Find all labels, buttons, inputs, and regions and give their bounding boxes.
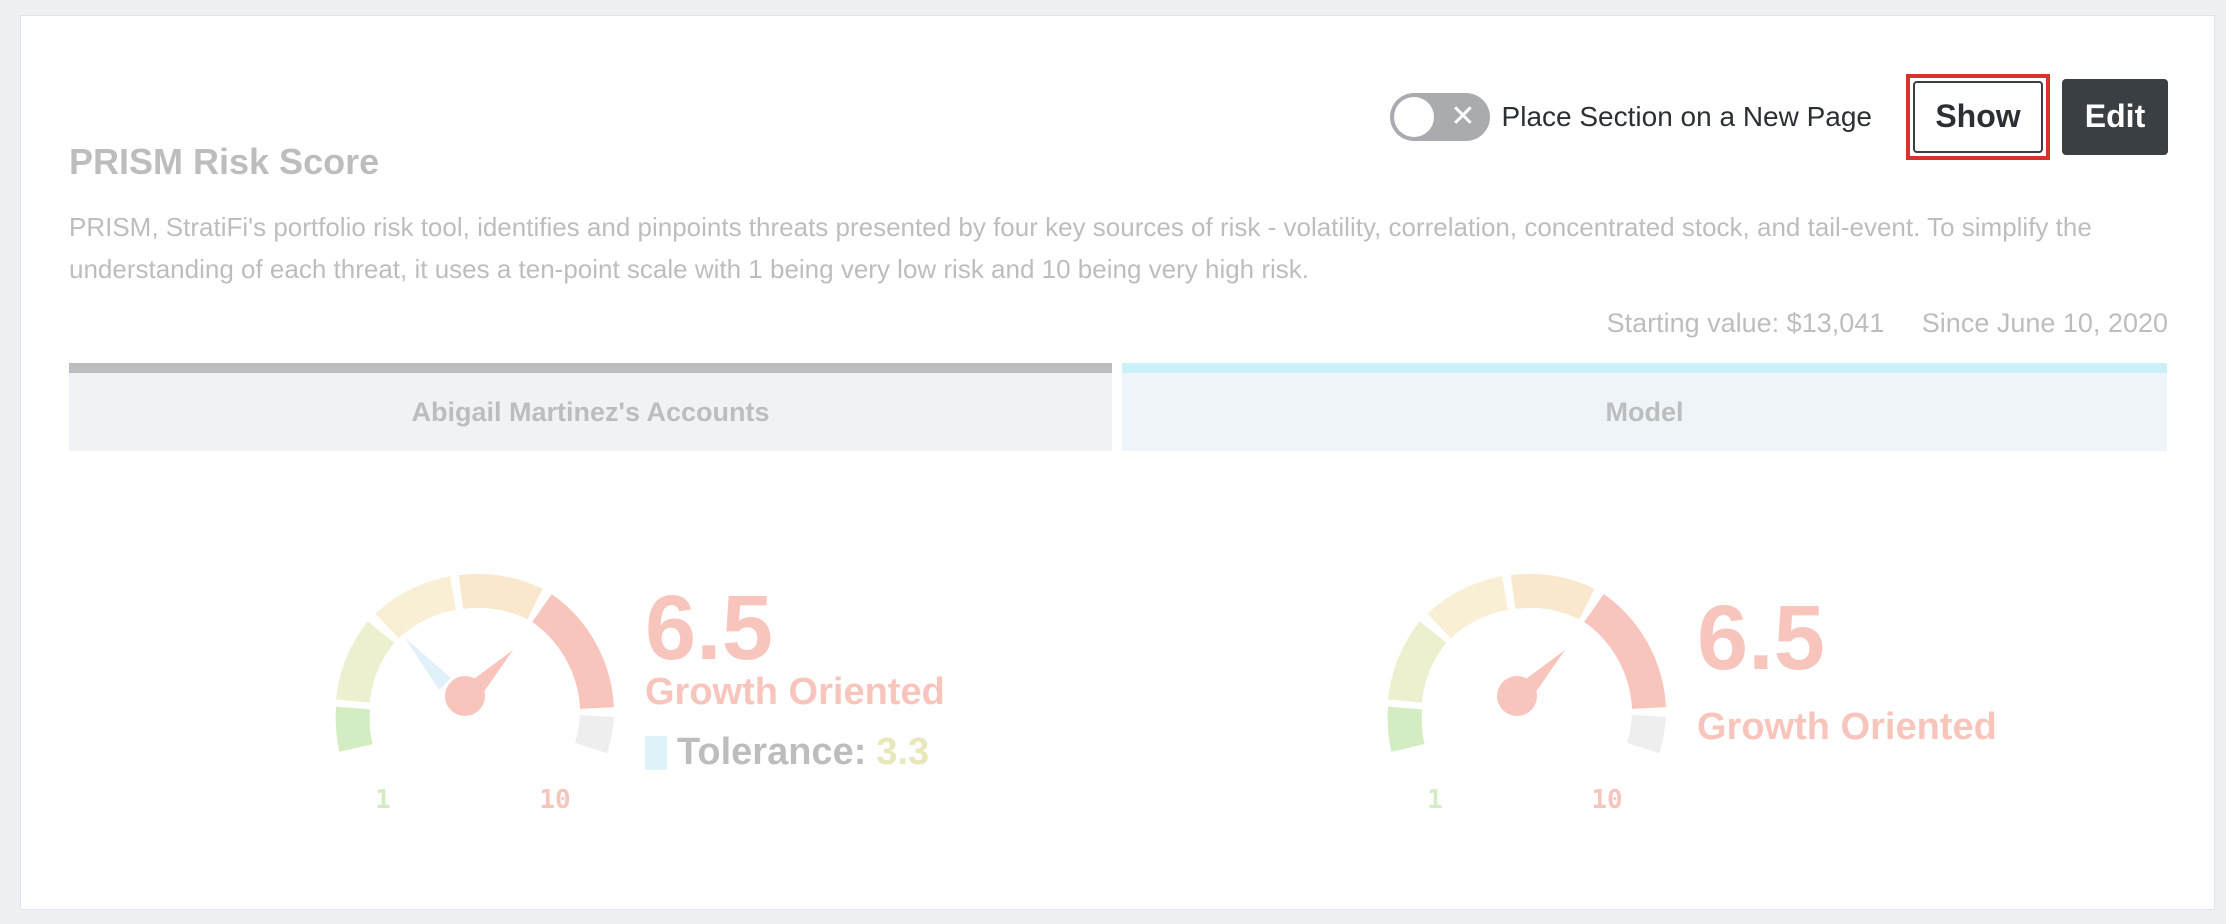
tolerance-legend: Tolerance: 3.3 xyxy=(645,731,929,774)
tab-model[interactable]: Model xyxy=(1122,363,2167,451)
since-date: Since June 10, 2020 xyxy=(1921,308,2168,338)
gauge-segment-6 xyxy=(574,714,614,754)
new-page-toggle[interactable]: ✕ xyxy=(1389,92,1490,141)
accounts-score: 6.5 xyxy=(645,577,773,679)
gauge-segment-5 xyxy=(531,594,614,710)
section-title: PRISM Risk Score xyxy=(69,141,380,182)
prism-section-card: ✕ Place Section on a New Page Show Edit … xyxy=(20,15,2215,910)
new-page-toggle-label: Place Section on a New Page xyxy=(1501,100,1872,132)
section-toolbar: ✕ Place Section on a New Page Show Edit xyxy=(1389,64,2168,169)
gauge-segment-1 xyxy=(1387,706,1425,752)
gauge-segment-3 xyxy=(375,576,457,639)
show-button[interactable]: Show xyxy=(1913,80,2043,153)
accounts-risk-gauge: 1 10 xyxy=(335,573,614,815)
model-risk-gauge: 1 10 xyxy=(1387,573,1666,815)
needle-hub xyxy=(1497,676,1537,716)
gauge-min-label: 1 xyxy=(1427,785,1443,815)
toggle-knob xyxy=(1393,96,1434,137)
gauge-segment-3 xyxy=(1427,576,1509,639)
gauge-segment-6 xyxy=(1626,714,1666,754)
tolerance-label: Tolerance: xyxy=(677,731,867,773)
tolerance-swatch xyxy=(645,735,667,770)
model-score: 6.5 xyxy=(1697,587,1825,689)
section-description: PRISM, StratiFi's portfolio risk tool, i… xyxy=(69,212,2092,284)
tolerance-value: 3.3 xyxy=(876,731,930,773)
needle-hub xyxy=(445,676,485,716)
gauge-segment-4 xyxy=(458,573,543,620)
model-score-label: Growth Oriented xyxy=(1697,706,1997,748)
gauge-max-label: 10 xyxy=(1591,785,1622,815)
tolerance-needle xyxy=(405,638,451,690)
gauge-segment-2 xyxy=(336,621,395,704)
accounts-score-label: Growth Oriented xyxy=(645,671,945,713)
tab-accounts[interactable]: Abigail Martinez's Accounts xyxy=(69,363,1112,451)
starting-value: Starting value: $13,041 xyxy=(1606,308,1885,338)
gauge-segment-5 xyxy=(1583,594,1666,710)
gauge-segment-2 xyxy=(1388,621,1447,704)
gauge-min-label: 1 xyxy=(375,785,391,815)
edit-button[interactable]: Edit xyxy=(2062,78,2168,155)
close-icon: ✕ xyxy=(1450,98,1476,134)
gauge-segment-1 xyxy=(335,706,373,752)
gauge-max-label: 10 xyxy=(539,785,570,815)
show-button-highlight: Show xyxy=(1906,73,2050,160)
gauge-segment-4 xyxy=(1510,573,1595,620)
section-meta: Starting value: $13,041 Since June 10, 2… xyxy=(1607,308,2168,339)
